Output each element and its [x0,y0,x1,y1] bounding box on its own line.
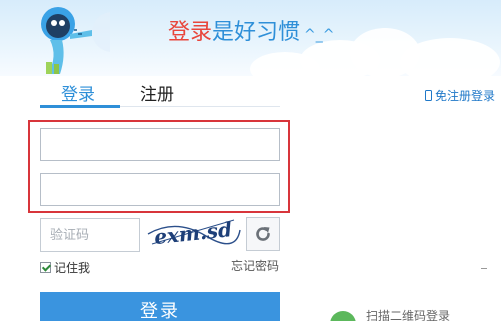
tab-login[interactable]: 登录 [61,80,95,105]
login-tabs: 登录 注册 免注册登录 [0,76,501,110]
qr-login-label: 扫描二维码登录 [366,309,451,321]
no-register-label: 免注册登录 [434,89,495,103]
account-input[interactable] [41,129,279,160]
slogan-blue: 是好习惯 [212,20,301,45]
refresh-captcha-button[interactable] [246,217,280,251]
forgot-password-link[interactable]: 忘记密码 [231,257,279,274]
captcha-image[interactable]: exm.sd [146,214,242,252]
slogan-red: 登录 [168,20,213,45]
header-banner: 登录是好习惯 ^_^ [0,0,501,76]
penguin-mascot-icon [41,7,110,74]
login-button[interactable]: 登录 [40,292,280,321]
tab-divider-line [120,106,280,107]
slogan: 登录是好习惯 ^_^ [168,14,335,46]
no-register-login-link[interactable]: 免注册登录 [424,87,495,104]
captcha-input[interactable] [41,219,139,251]
phone-icon [424,90,432,101]
remember-me-checkbox[interactable] [40,262,51,273]
divider-mark [481,268,487,269]
tab-register[interactable]: 注册 [140,80,174,105]
qr-login-area[interactable]: 扫描二维码登录 [330,303,490,321]
slogan-emoticon: ^_^ [304,27,335,43]
remember-me-option[interactable]: 记住我 [40,259,90,276]
password-field[interactable] [40,173,280,206]
refresh-icon [256,227,270,241]
remember-me-label: 记住我 [54,261,91,275]
account-field[interactable] [40,128,280,161]
captcha-field[interactable] [40,218,140,252]
password-input[interactable] [41,174,279,205]
qr-code-icon [330,311,356,321]
active-tab-indicator [40,105,120,108]
